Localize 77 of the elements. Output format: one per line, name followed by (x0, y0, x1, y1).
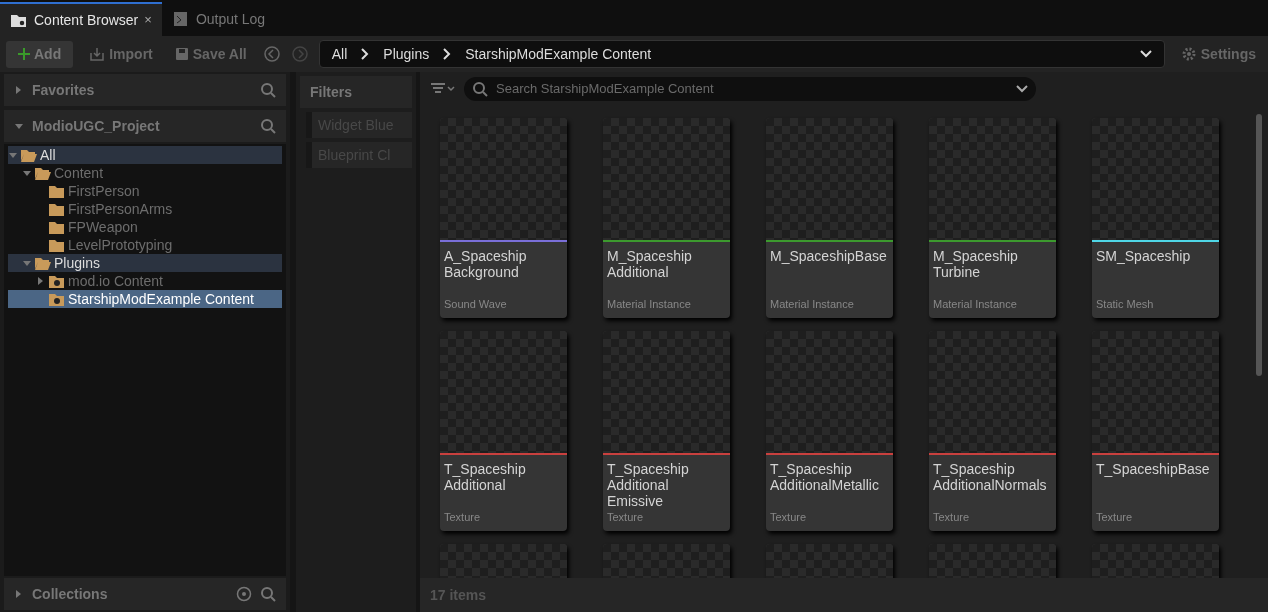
add-circle-icon[interactable] (236, 586, 252, 602)
asset-name: T_Spaceship Additional Emissive (606, 459, 690, 509)
open-folder-icon (34, 255, 52, 271)
tree-item[interactable]: All (8, 146, 282, 164)
asset-type: Material Instance (769, 296, 855, 312)
asset-name: T_Spaceship AdditionalNormals (932, 460, 1048, 495)
asset-name: A_Spaceship Background (443, 247, 528, 282)
folder-icon (48, 201, 66, 217)
tab[interactable]: Content Browser × (0, 2, 162, 36)
tree-item[interactable]: StarshipModExample Content (8, 290, 282, 308)
open-folder-icon (20, 147, 38, 163)
asset-type: Material Instance (932, 296, 1018, 312)
asset-tile[interactable]: T_Spaceship Additional Texture (440, 331, 567, 531)
section-title: Collections (32, 584, 109, 604)
asset-tile[interactable]: M_SpaceshipBase Material Instance (766, 118, 893, 318)
asset-type: Texture (769, 509, 808, 525)
tree-item[interactable]: Plugins (8, 254, 282, 272)
back-icon[interactable] (262, 45, 281, 63)
chevron-right-icon (443, 48, 452, 60)
asset-name: SM_Spaceship (1095, 247, 1192, 266)
path-segment[interactable]: Plugins (383, 43, 430, 65)
tree-item[interactable]: LevelPrototyping (8, 236, 282, 254)
asset-tile[interactable]: M_Spaceship Additional Material Instance (603, 118, 730, 318)
document-icon (171, 11, 190, 27)
search-icon[interactable] (260, 118, 276, 134)
plus-icon (18, 48, 30, 60)
collapse-triangle-icon (14, 121, 24, 131)
path-bar[interactable]: All Plugins StarshipModExample Content (318, 40, 1165, 68)
asset-type: Material Instance (606, 296, 692, 312)
asset-type: Sound Wave (443, 296, 508, 312)
search-icon[interactable] (260, 586, 276, 602)
asset-tile[interactable]: A_Spaceship Background Sound Wave (440, 118, 567, 318)
folder-icon (48, 219, 66, 235)
open-folder-icon (34, 165, 52, 181)
collapse-triangle-icon (22, 258, 32, 268)
close-icon[interactable]: × (144, 10, 152, 30)
asset-type: Texture (932, 509, 971, 525)
asset-tile[interactable]: T_Spaceship AdditionalMetallic Texture (766, 331, 893, 531)
search-input[interactable]: Search StarshipModExample Content (494, 78, 1010, 100)
asset-tile[interactable]: SM_Spaceship Static Mesh (1092, 118, 1219, 318)
asset-type: Texture (606, 509, 645, 525)
asset-tile[interactable]: M_Spaceship Turbine Material Instance (929, 118, 1056, 318)
plugin-folder-icon (48, 291, 66, 307)
plugin-folder-icon (48, 273, 66, 289)
search-icon (472, 81, 488, 97)
filter-icon[interactable] (430, 82, 456, 96)
asset-tile[interactable]: T_Spaceship AdditionalNormals Texture (929, 331, 1056, 531)
asset-name: M_SpaceshipBase (769, 247, 888, 266)
tree-item[interactable]: mod.io Content (8, 272, 282, 290)
asset-name: M_Spaceship Turbine (932, 247, 1019, 282)
asset-type: Texture (443, 509, 482, 525)
search-field[interactable]: Search StarshipModExample Content (464, 77, 1036, 101)
scrollbar[interactable] (1256, 114, 1262, 376)
path-segment[interactable]: All (331, 43, 348, 65)
import-icon (89, 47, 106, 61)
filters-header: Filters (300, 76, 412, 108)
chevron-right-icon (361, 48, 370, 60)
section-title: Favorites (32, 80, 96, 100)
asset-tile[interactable]: T_SpaceshipBase Texture (1092, 331, 1219, 531)
search-icon[interactable] (260, 82, 276, 98)
path-segment[interactable]: StarshipModExample Content (465, 43, 652, 65)
asset-tile[interactable]: T_Spaceship Additional Emissive Texture (603, 331, 730, 531)
tree-item[interactable]: FirstPerson (8, 182, 282, 200)
asset-type: Texture (1095, 509, 1134, 525)
tree-item[interactable]: Content (8, 164, 282, 182)
section-title: ModioUGC_Project (32, 116, 161, 136)
tab[interactable]: Output Log (161, 2, 276, 36)
tree-item[interactable]: FPWeapon (8, 218, 282, 236)
caret-icon (1139, 50, 1152, 58)
folder-icon (48, 183, 66, 199)
tree-item[interactable]: FirstPersonArms (8, 200, 282, 218)
asset-name: T_Spaceship Additional (443, 460, 527, 495)
asset-name: T_SpaceshipBase (1095, 460, 1211, 479)
asset-name: M_Spaceship Additional (606, 247, 693, 282)
asset-type: Static Mesh (1095, 296, 1155, 312)
caret-icon (1016, 85, 1028, 93)
asset-name: T_Spaceship AdditionalMetallic (769, 460, 880, 495)
